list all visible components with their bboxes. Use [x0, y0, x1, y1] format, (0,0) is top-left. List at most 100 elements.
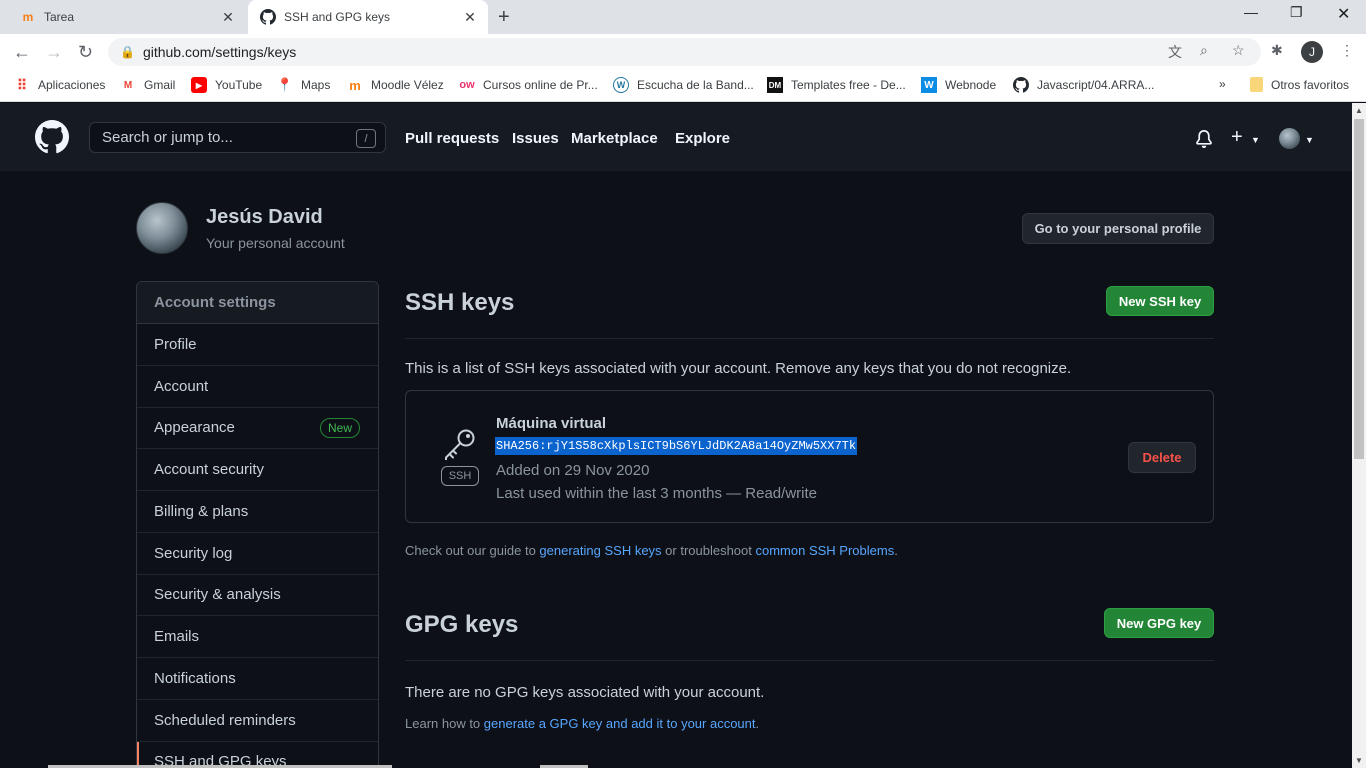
key-fingerprint[interactable]: SHA256:rjY1S58cXkplsICT9bS6YLJdDK2A8a14O…	[495, 437, 858, 455]
key-icon	[445, 429, 475, 460]
new-tab-icon[interactable]: +	[498, 6, 510, 29]
url-text[interactable]: github.com/settings/keys	[143, 44, 296, 60]
tab-title: Tarea	[44, 10, 75, 24]
bookmark-label: YouTube	[215, 78, 263, 92]
profile-avatar[interactable]	[136, 202, 188, 254]
nav-issues[interactable]: Issues	[512, 130, 559, 147]
sidebar-item-account-security[interactable]: Account security	[137, 449, 378, 491]
reload-icon[interactable]: ↻	[78, 42, 93, 63]
gpg-keys-title: GPG keys	[405, 611, 519, 638]
bookmark-cursos[interactable]: ow Cursos online de Pr...	[459, 77, 597, 93]
user-avatar[interactable]	[1279, 128, 1300, 149]
new-gpg-key-button[interactable]: New GPG key	[1104, 608, 1214, 638]
scroll-down-icon[interactable]: ▼	[1355, 756, 1363, 765]
new-badge: New	[319, 417, 360, 438]
browser-toolbar: ← → ↻ 🔒 github.com/settings/keys 文 ⌕ ☆ ✱…	[0, 34, 1366, 70]
bookmarks-bar: ⠿ Aplicaciones M Gmail ▶ YouTube 📍 Maps m Moo…	[0, 70, 1366, 102]
maps-icon: 📍	[276, 77, 294, 92]
bookmark-youtube[interactable]: ▶ YouTube	[191, 77, 262, 93]
bookmark-moodle[interactable]: m Moodle Vélez	[347, 77, 444, 93]
bookmark-webnode[interactable]: W Webnode	[921, 77, 996, 93]
chevron-down-icon[interactable]: ▼	[1305, 135, 1314, 145]
back-icon[interactable]: ←	[13, 42, 31, 63]
sidebar-item-appearance[interactable]: Appearance New	[137, 408, 378, 450]
chrome-profile-avatar[interactable]: J	[1301, 41, 1323, 63]
delete-key-button[interactable]: Delete	[1128, 442, 1196, 473]
github-icon	[260, 9, 276, 25]
sidebar-item-scheduled-reminders[interactable]: Scheduled reminders	[137, 700, 378, 742]
common-ssh-problems-link[interactable]: common SSH Problems	[756, 543, 895, 558]
bookmark-maps[interactable]: 📍 Maps	[277, 77, 330, 93]
guide-suffix: .	[894, 543, 898, 558]
bookmark-aplicaciones[interactable]: ⠿ Aplicaciones	[14, 76, 106, 93]
close-icon[interactable]: ✕	[462, 9, 478, 26]
translate-icon[interactable]: 文	[1168, 42, 1182, 62]
wordpress-icon: W	[613, 77, 629, 93]
guide-prefix: Check out our guide to	[405, 543, 540, 558]
create-new-plus-icon[interactable]: +	[1231, 126, 1243, 149]
divider	[405, 338, 1214, 339]
browser-tab-tarea[interactable]: m Tarea ✕	[8, 0, 246, 34]
generate-gpg-key-link[interactable]: generate a GPG key and add it to your ac…	[484, 716, 756, 731]
ssh-type-label: SSH	[441, 466, 479, 486]
bookmark-label: Escucha de la Band...	[637, 78, 754, 92]
sidebar-item-notifications[interactable]: Notifications	[137, 658, 378, 700]
apps-grid-icon: ⠿	[16, 76, 28, 93]
bookmark-star-icon[interactable]: ☆	[1232, 42, 1245, 59]
minimize-icon[interactable]: —	[1244, 4, 1258, 20]
search-input[interactable]: Search or jump to... /	[89, 122, 386, 153]
search-shortcut-key: /	[356, 129, 376, 148]
nav-pull-requests[interactable]: Pull requests	[405, 130, 499, 147]
webnode-icon: W	[921, 77, 937, 93]
zoom-icon[interactable]: ⌕	[1200, 42, 1208, 59]
bell-icon[interactable]	[1195, 130, 1213, 148]
github-logo-icon[interactable]	[35, 120, 69, 154]
window-close-icon[interactable]: ✕	[1337, 4, 1350, 24]
bookmark-otros-favoritos[interactable]: Otros favoritos	[1250, 77, 1349, 92]
nav-explore[interactable]: Explore	[675, 130, 730, 147]
browser-tab-ssh-gpg[interactable]: SSH and GPG keys ✕	[248, 0, 488, 34]
sidebar-item-profile[interactable]: Profile	[137, 324, 378, 366]
chevron-down-icon[interactable]: ▼	[1251, 135, 1260, 145]
new-ssh-key-button[interactable]: New SSH key	[1106, 286, 1214, 316]
bookmarks-overflow[interactable]: »	[1219, 77, 1226, 91]
bookmark-gmail[interactable]: M Gmail	[120, 77, 176, 93]
sidebar-item-label: Account	[154, 377, 209, 395]
sidebar-item-emails[interactable]: Emails	[137, 616, 378, 658]
bookmark-escucha[interactable]: W Escucha de la Band...	[613, 77, 754, 93]
divider	[405, 660, 1214, 661]
forward-icon[interactable]: →	[45, 42, 63, 63]
sidebar-heading: Account settings	[137, 282, 378, 324]
bookmark-templates[interactable]: DM Templates free - De...	[767, 77, 906, 93]
sidebar-item-account[interactable]: Account	[137, 366, 378, 408]
restore-icon[interactable]: ❐	[1290, 4, 1303, 21]
ssh-description: This is a list of SSH keys associated wi…	[405, 360, 1072, 377]
extensions-icon[interactable]: ✱	[1271, 42, 1283, 59]
folder-icon	[1250, 77, 1263, 92]
learn-suffix: .	[755, 716, 760, 731]
chrome-menu-icon[interactable]: ⋮	[1340, 42, 1354, 59]
generating-ssh-keys-link[interactable]: generating SSH keys	[539, 543, 661, 558]
address-bar[interactable]: 🔒 github.com/settings/keys	[108, 38, 1261, 66]
learn-prefix: Learn how to	[405, 716, 484, 731]
bookmark-label: Javascript/04.ARRA...	[1037, 78, 1155, 92]
sidebar-item-security-analysis[interactable]: Security & analysis	[137, 575, 378, 617]
bookmark-javascript[interactable]: Javascript/04.ARRA...	[1013, 77, 1154, 93]
sidebar-item-label: Appearance	[154, 419, 235, 437]
youtube-icon: ▶	[191, 77, 207, 93]
tab-title: SSH and GPG keys	[284, 10, 391, 24]
sidebar-item-billing[interactable]: Billing & plans	[137, 491, 378, 533]
gmail-icon: M	[123, 79, 133, 91]
profile-name[interactable]: Jesús David	[206, 206, 323, 229]
lock-icon[interactable]: 🔒	[120, 45, 135, 59]
bookmark-label: Otros favoritos	[1271, 77, 1350, 92]
settings-sidebar: Account settings Profile Account Appeara…	[136, 281, 379, 768]
scrollbar-thumb[interactable]	[1354, 119, 1364, 459]
scroll-up-icon[interactable]: ▲	[1355, 106, 1363, 115]
sidebar-item-security-log[interactable]: Security log	[137, 533, 378, 575]
close-icon[interactable]: ✕	[220, 9, 236, 26]
nav-marketplace[interactable]: Marketplace	[571, 130, 658, 147]
key-added-date: Added on 29 Nov 2020	[496, 462, 650, 479]
go-to-profile-button[interactable]: Go to your personal profile	[1022, 213, 1214, 244]
vertical-scrollbar[interactable]: ▲ ▼	[1352, 103, 1366, 768]
